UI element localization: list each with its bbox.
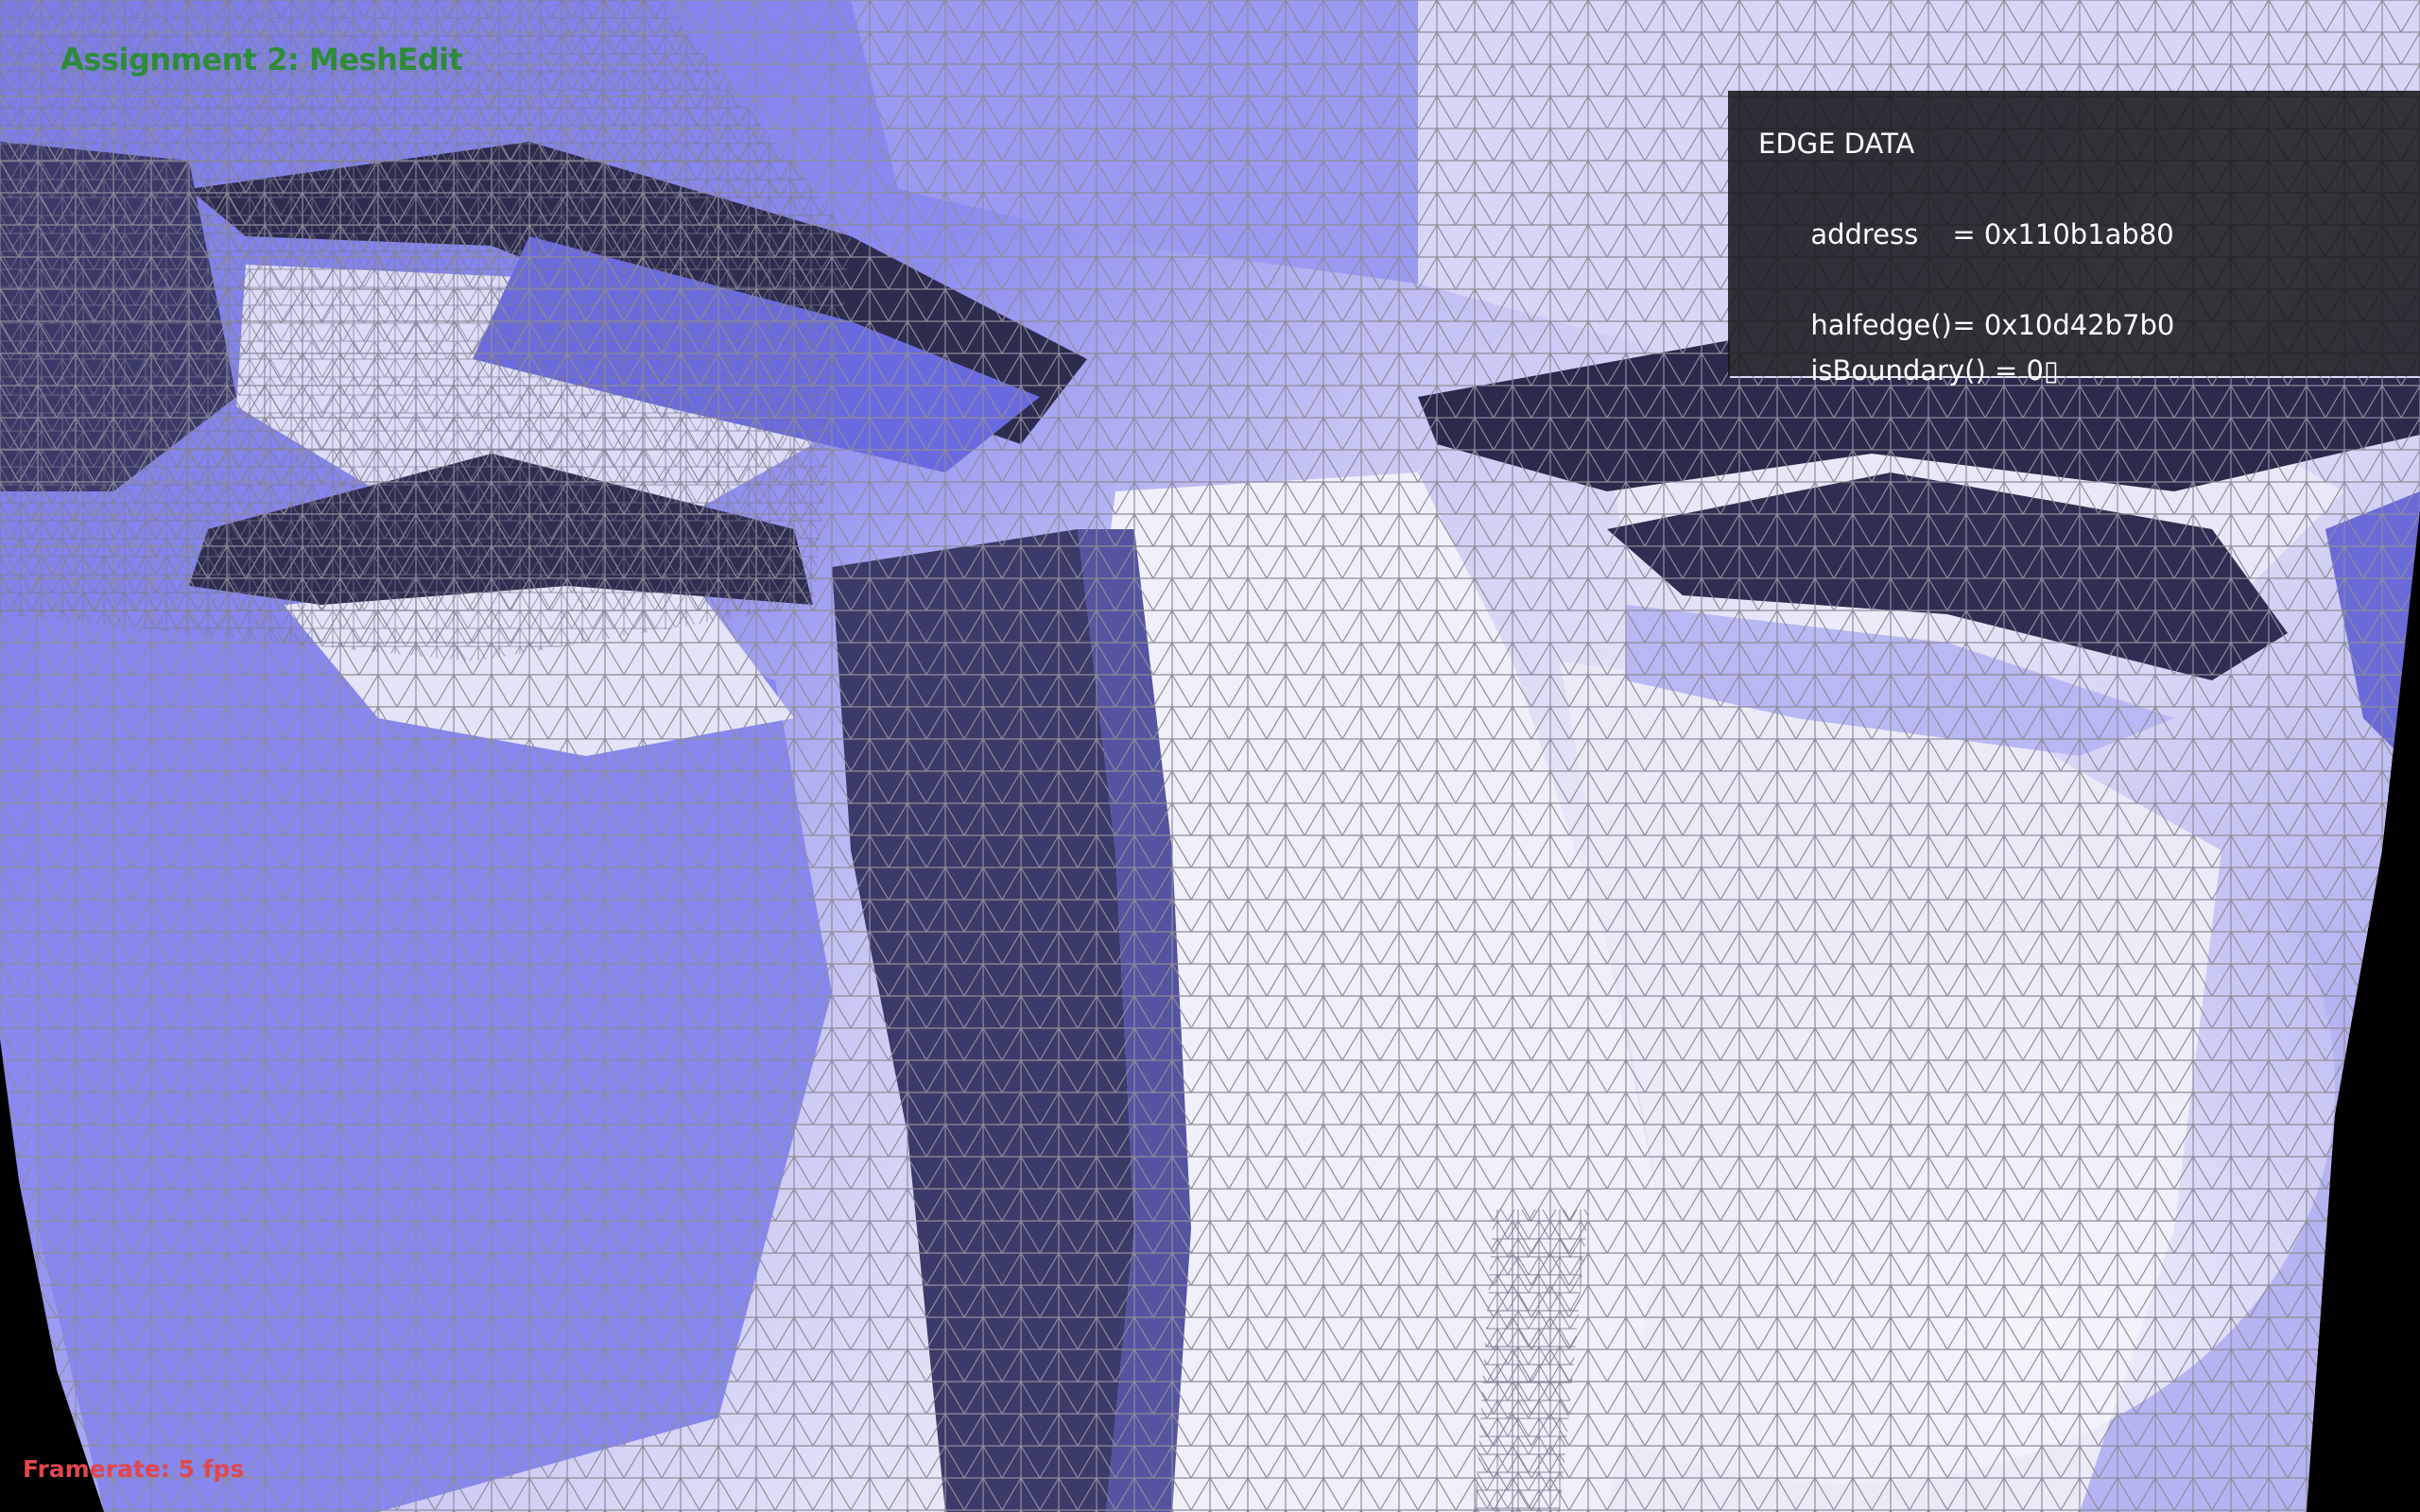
edge-address-row: address = 0x110b1ab80 [1758, 166, 2420, 250]
mesh-wireframe-dense [0, 0, 851, 662]
boundary-value: = 0▯ [1995, 354, 2059, 387]
edge-panel-heading: EDGE DATA [1758, 128, 1915, 160]
halfedge-label: halfedge() [1810, 309, 1952, 341]
address-label: address [1810, 218, 1919, 250]
framerate-readout: Framerate: 5 fps [23, 1455, 245, 1483]
mesh-viewport[interactable]: Assignment 2: MeshEdit EDGE DATA address… [0, 0, 2420, 1512]
address-value: = 0x110b1ab80 [1952, 218, 2174, 250]
halfedge-value: = 0x10d42b7b0 [1952, 309, 2175, 341]
edge-halfedge-row: halfedge()= 0x10d42b7b0 [1758, 257, 2420, 341]
boundary-label: isBoundary() [1810, 354, 1986, 387]
edge-data-panel: EDGE DATA address = 0x110b1ab80 halfedge(… [1728, 91, 2420, 387]
app-title: Assignment 2: MeshEdit [60, 42, 463, 77]
